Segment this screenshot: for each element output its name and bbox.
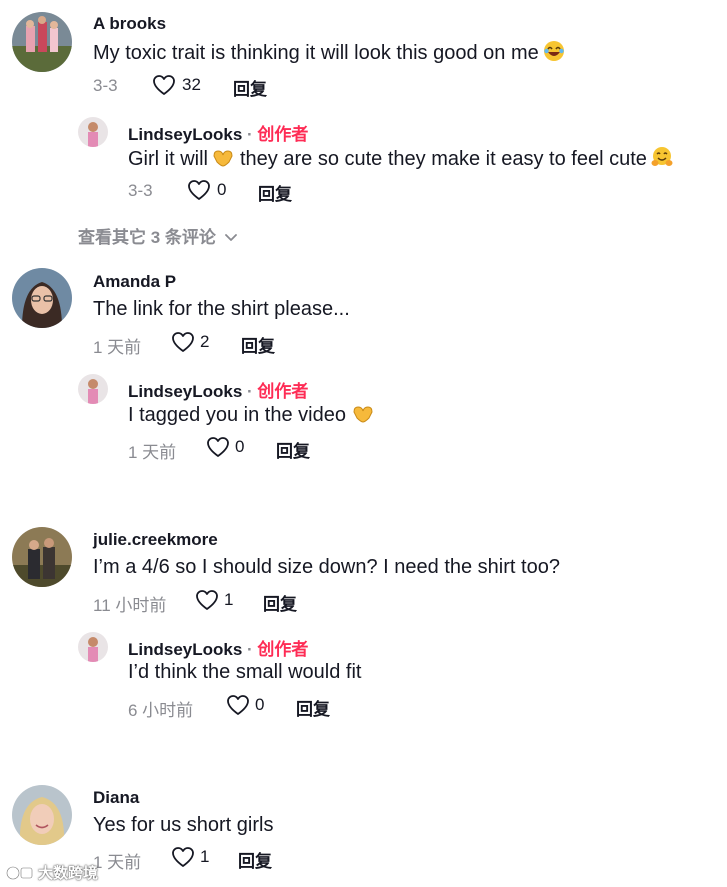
watermark-logo-icon [6, 865, 34, 886]
like-count: 1 [200, 847, 210, 866]
reply-timestamp: 3-3 [128, 181, 153, 200]
heart-outline-icon[interactable] [195, 589, 219, 616]
reply-username[interactable]: LindseyLooks [128, 640, 242, 659]
reply-button[interactable]: 回复 [241, 332, 275, 357]
reply-button[interactable]: 回复 [263, 590, 297, 615]
reply-button[interactable]: 回复 [258, 180, 292, 205]
reply-button[interactable]: 回复 [233, 75, 267, 100]
comment-text: My toxic trait is thinking it will look … [93, 40, 565, 68]
avatar-lindseylooks[interactable] [78, 117, 108, 147]
like-count: 32 [182, 75, 201, 94]
avatar-lindseylooks[interactable] [78, 632, 108, 662]
reply-text-part1: Girl it will [128, 148, 208, 170]
heart-hands-emoji [352, 404, 374, 430]
comment-username[interactable]: julie.creekmore [93, 530, 218, 550]
comment-text-content: My toxic trait is thinking it will look … [93, 42, 539, 64]
reply-text-part2: they are so cute they make it easy to fe… [240, 148, 647, 170]
reply-text: I tagged you in the video [128, 404, 374, 430]
like-count: 2 [200, 332, 210, 351]
laughing-emoji [543, 40, 565, 68]
comment-timestamp: 1 天前 [93, 338, 142, 357]
like-count: 0 [217, 180, 227, 199]
heart-outline-icon[interactable] [187, 179, 211, 206]
watermark-text: 大数跨境 [38, 865, 99, 882]
reply-timestamp: 6 小时前 [128, 701, 194, 720]
comment-timestamp: 3-3 [93, 76, 118, 95]
view-more-replies-label: 查看其它 3 条评论 [78, 228, 216, 247]
reply-button[interactable]: 回复 [296, 695, 330, 720]
reply-text: I’d think the small would fit [128, 661, 362, 683]
reply-timestamp: 1 天前 [128, 443, 177, 462]
author-badge: 创作者 [257, 382, 309, 401]
avatar-diana[interactable] [12, 785, 72, 845]
author-badge: 创作者 [257, 640, 309, 659]
reply-username[interactable]: LindseyLooks [128, 382, 242, 401]
watermark: 大数跨境 [6, 862, 98, 886]
view-more-replies[interactable]: 查看其它 3 条评论 [78, 223, 237, 248]
comment-text: Yes for us short girls [93, 814, 274, 836]
reply-username-line: LindseyLooks · 创作者 [128, 125, 309, 144]
heart-outline-icon[interactable] [152, 74, 176, 101]
comment-username[interactable]: Amanda P [93, 272, 176, 292]
reply-username[interactable]: LindseyLooks [128, 125, 242, 144]
hugging-face-emoji [651, 146, 673, 174]
reply-username-line: LindseyLooks · 创作者 [128, 640, 309, 659]
heart-outline-icon[interactable] [226, 694, 250, 721]
comment-timestamp: 11 小时前 [93, 596, 167, 615]
author-badge: 创作者 [257, 125, 309, 144]
chevron-down-icon [224, 227, 237, 247]
avatar-amanda-p[interactable] [12, 268, 72, 328]
like-count: 0 [255, 695, 265, 714]
comment-text: I’m a 4/6 so I should size down? I need … [93, 556, 560, 578]
reply-username-line: LindseyLooks · 创作者 [128, 382, 309, 401]
avatar-julie-creekmore[interactable] [12, 527, 72, 587]
like-count: 0 [235, 437, 245, 456]
comment-timestamp: 1 天前 [93, 853, 142, 872]
avatar-lindseylooks[interactable] [78, 374, 108, 404]
comment-username[interactable]: A brooks [93, 14, 166, 34]
reply-button[interactable]: 回复 [238, 847, 272, 872]
heart-outline-icon[interactable] [206, 436, 230, 463]
reply-text: Girl it will they are so cute they make i… [128, 146, 673, 174]
like-count: 1 [224, 590, 234, 609]
heart-outline-icon[interactable] [171, 331, 195, 358]
heart-hands-emoji [212, 148, 234, 174]
reply-button[interactable]: 回复 [276, 437, 310, 462]
reply-text-content: I tagged you in the video [128, 404, 346, 426]
avatar-a-brooks[interactable] [12, 12, 72, 72]
heart-outline-icon[interactable] [171, 846, 195, 873]
comment-username[interactable]: Diana [93, 788, 139, 808]
comment-text: The link for the shirt please... [93, 298, 350, 320]
